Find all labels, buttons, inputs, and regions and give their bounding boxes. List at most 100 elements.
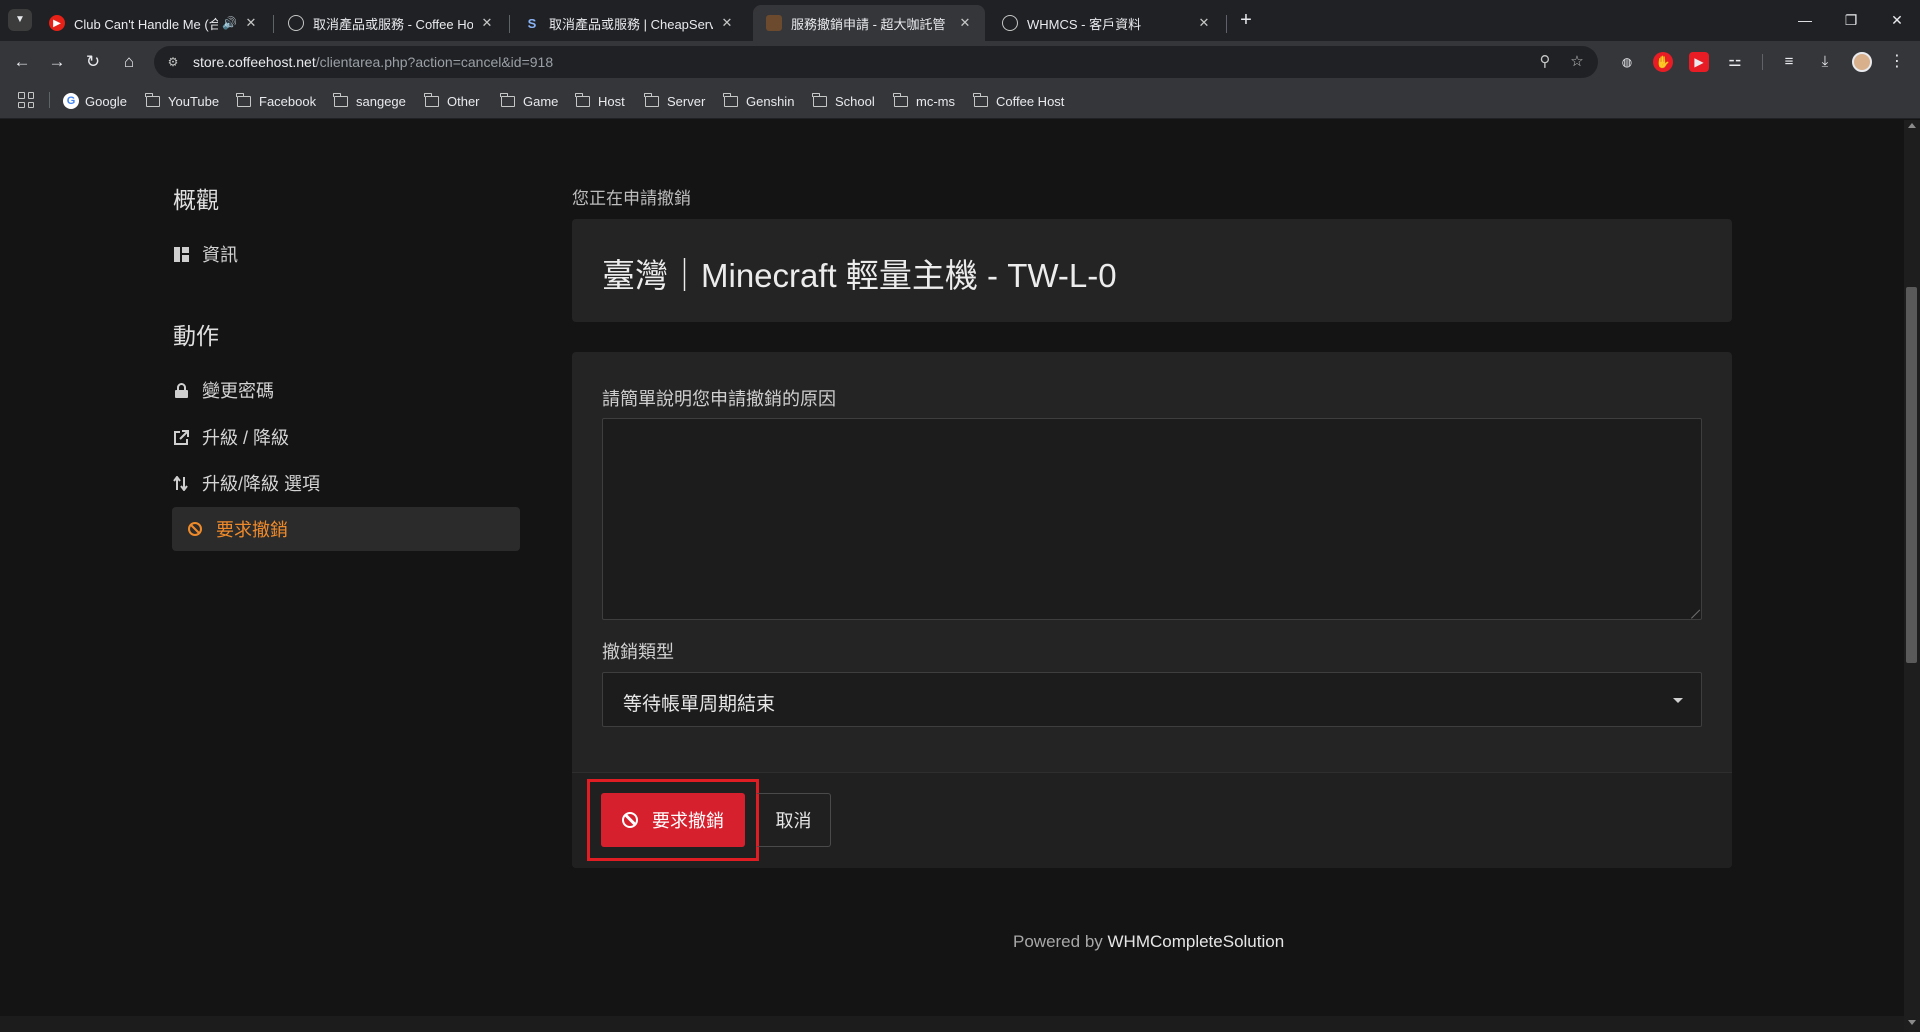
product-title-card: 臺灣｜Minecraft 輕量主機 - TW-L-0 [572, 219, 1732, 322]
browser-toolbar: ← → ↻ ⌂ ⚙ store.coffeehost.net/clientare… [0, 41, 1920, 82]
tab-search-button[interactable]: ▼ [8, 9, 32, 31]
bookmark-label: Game [523, 93, 559, 109]
ban-icon [186, 520, 204, 538]
sidebar-item-upgrade-downgrade[interactable]: 升級 / 降級 [172, 415, 520, 459]
bookmark-star-icon[interactable]: ☆ [1568, 53, 1586, 71]
bookmark-folder[interactable]: YouTube [145, 91, 219, 111]
bookmark-folder[interactable]: Facebook [236, 91, 316, 111]
extensions-puzzle-icon[interactable]: ⚍ [1725, 52, 1745, 72]
bookmark-label: Google [85, 93, 127, 109]
browser-tab[interactable]: WHMCS - 客戶資料 ✕ [989, 5, 1224, 41]
reason-label: 請簡單說明您申請撤銷的原因 [602, 389, 836, 409]
bookmark-label: Coffee Host [996, 93, 1065, 109]
tab-title: 服務撤銷申請 - 超大咖託管 [791, 16, 946, 32]
browser-tab[interactable]: 取消產品或服務 - Coffee Host ✕ [275, 5, 507, 41]
request-cancellation-button[interactable]: 要求撤銷 [601, 793, 745, 847]
bookmark-folder[interactable]: sangege [333, 91, 406, 111]
bookmark-folder[interactable]: Other [424, 91, 480, 111]
bookmark-label: mc-ms [916, 93, 955, 109]
sidebar-item-change-password[interactable]: 變更密碼 [172, 368, 520, 412]
close-tab-icon[interactable]: ✕ [957, 15, 973, 31]
browser-tab-active[interactable]: 服務撤銷申請 - 超大咖託管 ✕ [753, 5, 985, 41]
new-tab-button[interactable]: + [1234, 8, 1258, 32]
more-menu-icon[interactable]: ⋮ [1887, 52, 1907, 72]
resize-grip-icon[interactable] [1691, 609, 1700, 618]
bookmark-label: Other [447, 93, 480, 109]
scrollbar-thumb[interactable] [1906, 287, 1917, 663]
address-bar[interactable]: ⚙ store.coffeehost.net/clientarea.php?ac… [154, 46, 1598, 78]
url-host: store.coffeehost.net [193, 54, 316, 70]
bookmark-folder[interactable]: mc-ms [893, 91, 955, 111]
video-extension-icon[interactable]: ▶ [1689, 52, 1709, 72]
sidebar-heading-overview: 概觀 [173, 187, 219, 213]
powered-by-footer: Powered by WHMCompleteSolution [1013, 932, 1284, 952]
browser-tab[interactable]: S 取消產品或服務 | CheapServer ✕ [511, 5, 747, 41]
hand-extension-icon[interactable]: ✋ [1653, 52, 1673, 72]
cancellation-type-select[interactable]: 等待帳單周期結束 [602, 672, 1702, 727]
close-tab-icon[interactable]: ✕ [719, 15, 735, 31]
close-window-button[interactable]: ✕ [1874, 8, 1920, 32]
media-control-icon[interactable]: ≡ [1779, 52, 1799, 72]
cancellation-type-label: 撤銷類型 [602, 642, 674, 662]
restore-button[interactable]: ❐ [1828, 8, 1874, 32]
bookmark-folder[interactable]: Coffee Host [973, 91, 1065, 111]
folder-icon [973, 92, 988, 107]
tab-divider [1226, 15, 1227, 33]
reload-button[interactable]: ↻ [79, 49, 107, 75]
home-button[interactable]: ⌂ [115, 49, 143, 75]
browser-tab[interactable]: ▶ Club Can't Handle Me (合 🔊 ✕ [36, 5, 271, 41]
bookmark-google[interactable]: G Google [63, 91, 127, 111]
globe-icon [1002, 15, 1018, 31]
bookmark-label: School [835, 93, 875, 109]
forward-button[interactable]: → [43, 49, 71, 75]
sidebar-heading-actions: 動作 [173, 323, 219, 349]
bookmark-folder[interactable]: Host [575, 91, 625, 111]
glasses-extension-icon[interactable]: ◍ [1617, 52, 1637, 72]
profile-avatar[interactable] [1852, 52, 1872, 72]
folder-icon [723, 92, 738, 107]
close-tab-icon[interactable]: ✕ [243, 15, 259, 31]
folder-icon [575, 92, 590, 107]
reason-textarea[interactable] [602, 418, 1702, 620]
product-title: 臺灣｜Minecraft 輕量主機 - TW-L-0 [602, 257, 1117, 294]
site-info-icon[interactable]: ⚙ [164, 53, 182, 71]
close-tab-icon[interactable]: ✕ [1196, 15, 1212, 31]
sidebar-item-upgrade-options[interactable]: 升級/降級 選項 [172, 461, 520, 505]
close-tab-icon[interactable]: ✕ [479, 15, 495, 31]
url-text[interactable]: store.coffeehost.net/clientarea.php?acti… [193, 54, 553, 70]
sidebar-item-label: 升級/降級 選項 [202, 474, 321, 494]
folder-icon [333, 92, 348, 107]
bookmark-folder[interactable]: Genshin [723, 91, 795, 111]
minimize-button[interactable]: — [1782, 8, 1828, 32]
scroll-down-arrow[interactable] [1908, 1020, 1916, 1025]
globe-icon [288, 15, 304, 31]
cancel-button[interactable]: 取消 [757, 793, 831, 847]
bookmark-folder[interactable]: Server [644, 91, 705, 111]
ban-icon [622, 812, 638, 828]
chevron-down-icon [1673, 698, 1683, 703]
bookmark-folder[interactable]: Game [500, 91, 559, 111]
folder-icon [812, 92, 827, 107]
download-icon[interactable]: ⤓ [1815, 52, 1835, 72]
folder-icon [644, 92, 659, 107]
back-button[interactable]: ← [8, 49, 36, 75]
youtube-icon: ▶ [49, 15, 65, 31]
zoom-icon[interactable]: ⚲ [1536, 53, 1554, 71]
folder-icon [500, 92, 515, 107]
bookmark-label: Genshin [746, 93, 795, 109]
tab-title: WHMCS - 客戶資料 [1027, 16, 1142, 32]
sidebar-item-information[interactable]: 資訊 [172, 232, 520, 276]
bookmark-folder[interactable]: School [812, 91, 875, 111]
google-icon: G [63, 93, 79, 109]
toolbar-divider [1762, 54, 1763, 70]
tab-strip: ▼ ▶ Club Can't Handle Me (合 🔊 ✕ 取消產品或服務 … [0, 0, 1920, 41]
tab-title: Club Can't Handle Me (合 [74, 16, 219, 32]
sidebar-item-request-cancellation[interactable]: 要求撤銷 [172, 507, 520, 551]
speaker-icon[interactable]: 🔊 [222, 16, 237, 30]
scroll-up-arrow[interactable] [1908, 123, 1916, 128]
powered-by-brand-link[interactable]: WHMCompleteSolution [1108, 932, 1285, 951]
apps-grid-icon[interactable] [18, 92, 34, 108]
coffeehost-icon [766, 15, 782, 31]
sidebar-item-label: 資訊 [202, 245, 238, 265]
sidebar-item-label: 升級 / 降級 [202, 428, 290, 448]
